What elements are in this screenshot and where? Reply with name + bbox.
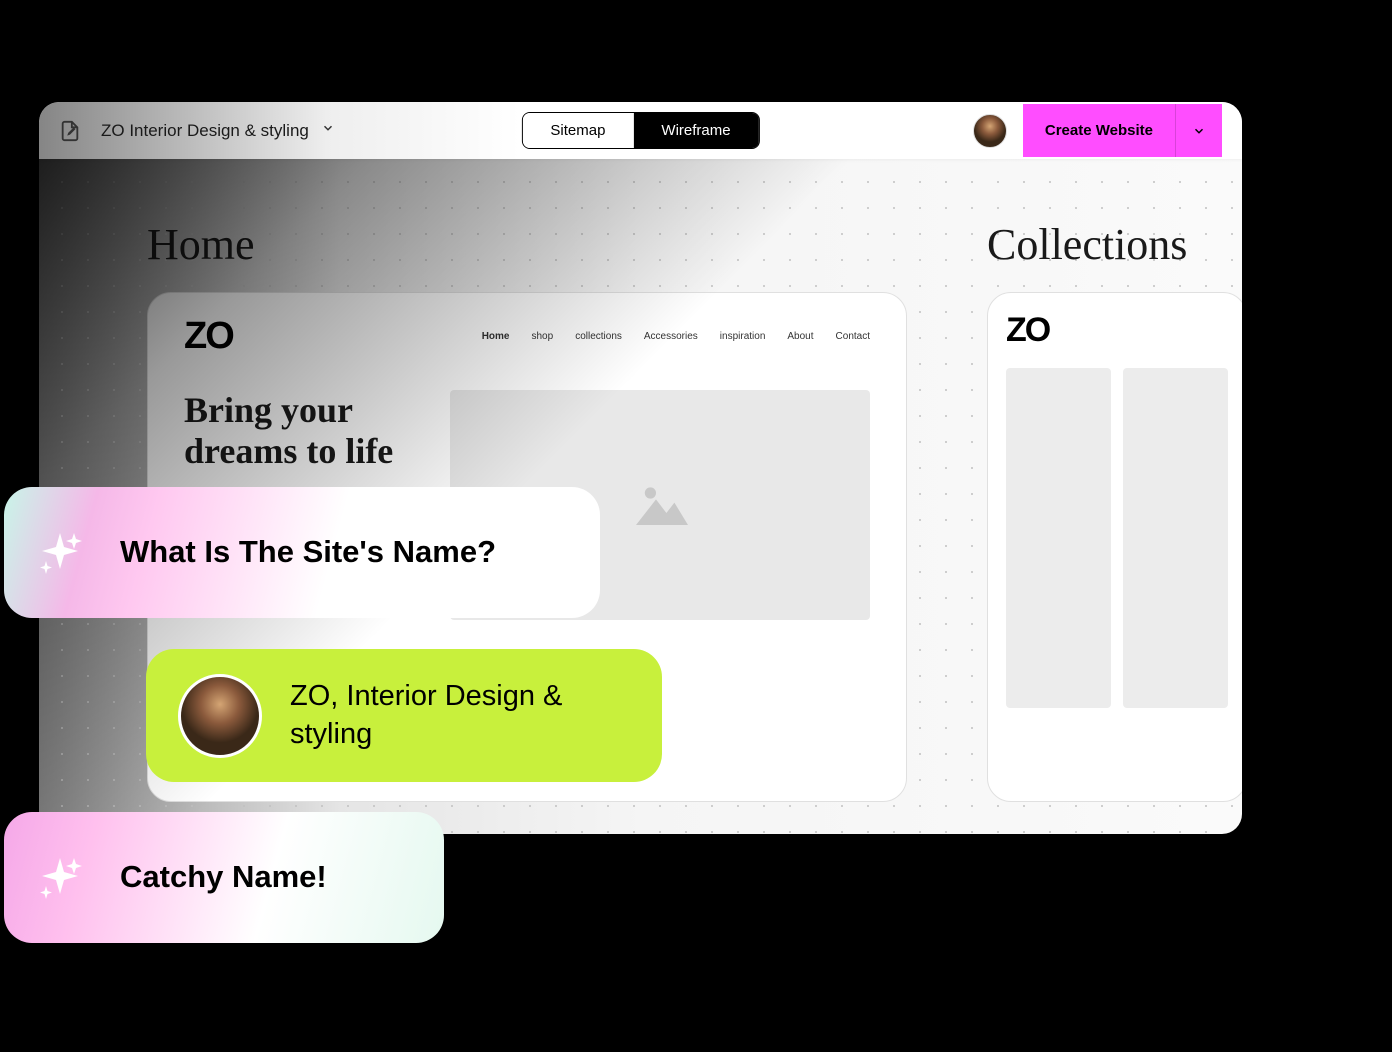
- ai-message-text: What Is The Site's Name?: [120, 532, 496, 572]
- nav-item: shop: [532, 331, 554, 342]
- nav-item: Home: [482, 331, 510, 342]
- page-collections-section: Collections ZO: [987, 219, 1242, 834]
- create-website-group: Create Website: [1023, 104, 1222, 157]
- ai-chat-bubble: Catchy Name!: [4, 812, 444, 943]
- image-placeholder: [1123, 368, 1228, 708]
- chevron-down-icon[interactable]: [321, 121, 335, 140]
- image-placeholder: [1006, 368, 1111, 708]
- nav-item: About: [787, 331, 813, 342]
- view-toggle: Sitemap Wireframe: [521, 112, 759, 149]
- ai-chat-bubble: What Is The Site's Name?: [4, 487, 600, 618]
- create-website-button[interactable]: Create Website: [1023, 104, 1175, 157]
- site-logo: ZO: [1006, 311, 1228, 350]
- nav-item: Accessories: [644, 331, 698, 342]
- nav-item: inspiration: [720, 331, 766, 342]
- sitemap-tab[interactable]: Sitemap: [522, 113, 633, 148]
- user-message-text: ZO, Interior Design & styling: [290, 678, 622, 753]
- hero-title: Bring your dreams to life: [184, 390, 400, 473]
- ai-message-text: Catchy Name!: [120, 857, 327, 897]
- user-avatar-large: [178, 674, 262, 758]
- page-label-collections: Collections: [987, 219, 1242, 270]
- collections-grid: [988, 368, 1242, 708]
- user-chat-bubble: ZO, Interior Design & styling: [146, 649, 662, 782]
- topbar: ZO Interior Design & styling Sitemap Wir…: [39, 102, 1242, 159]
- wireframe-header: ZO Home shop collections Accessories ins…: [148, 293, 906, 380]
- site-logo: ZO: [184, 315, 233, 358]
- create-website-dropdown[interactable]: [1175, 104, 1222, 157]
- wireframe-tab[interactable]: Wireframe: [633, 113, 758, 148]
- sparkle-icon: [36, 529, 84, 577]
- wireframe-nav: Home shop collections Accessories inspir…: [482, 331, 870, 342]
- nav-item: collections: [575, 331, 622, 342]
- chevron-down-icon: [1192, 124, 1206, 138]
- image-icon: [620, 475, 700, 535]
- project-name[interactable]: ZO Interior Design & styling: [101, 121, 309, 141]
- user-avatar[interactable]: [973, 114, 1007, 148]
- document-edit-icon[interactable]: [59, 120, 81, 142]
- nav-item: Contact: [836, 331, 870, 342]
- sparkle-icon: [36, 854, 84, 902]
- page-label-home: Home: [147, 219, 907, 270]
- collections-wireframe[interactable]: ZO: [987, 292, 1242, 802]
